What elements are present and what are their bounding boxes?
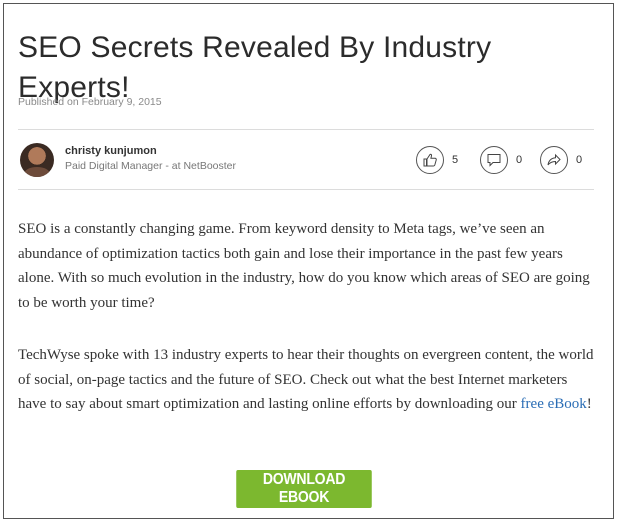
like-action[interactable]: 5 — [416, 145, 458, 175]
share-button[interactable] — [540, 146, 568, 174]
share-count: 0 — [576, 154, 583, 166]
comment-button[interactable] — [480, 146, 508, 174]
published-date: Published on February 9, 2015 — [18, 96, 162, 108]
paragraph-2-text: TechWyse spoke with 13 industry experts … — [18, 347, 594, 412]
author-name[interactable]: christy kunjumon — [65, 145, 157, 157]
free-ebook-link[interactable]: free eBook — [521, 396, 587, 412]
comment-action[interactable]: 0 — [480, 145, 522, 175]
author-role: Paid Digital Manager - at NetBooster — [65, 160, 236, 172]
like-count: 5 — [452, 154, 459, 166]
paragraph-2-end: ! — [586, 396, 592, 412]
author-avatar[interactable] — [20, 143, 54, 177]
divider-bottom — [18, 189, 594, 190]
download-ebook-button[interactable]: DOWNLOAD EBOOK — [236, 470, 372, 508]
share-action[interactable]: 0 — [540, 145, 582, 175]
like-button[interactable] — [416, 146, 444, 174]
divider-top — [18, 129, 594, 130]
thumbs-up-icon — [423, 153, 437, 167]
article-frame: SEO Secrets Revealed By Industry Experts… — [3, 3, 614, 519]
avatar-shoulders — [24, 167, 50, 177]
comment-count: 0 — [516, 154, 523, 166]
article-paragraph-2: TechWyse spoke with 13 industry experts … — [18, 343, 598, 417]
share-icon — [547, 153, 561, 166]
comment-icon — [487, 154, 501, 167]
article-paragraph-1: SEO is a constantly changing game. From … — [18, 221, 590, 311]
